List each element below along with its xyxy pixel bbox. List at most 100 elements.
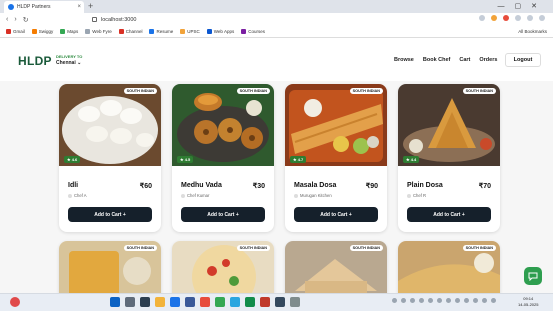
chef-name: Murugan Kitchen [294, 193, 332, 198]
dish-card[interactable]: SOUTH INDIAN [285, 241, 387, 293]
cuisine-badge: SOUTH INDIAN [462, 245, 496, 251]
menu-icon[interactable] [539, 15, 545, 21]
chef-name: Chef Kumar [181, 193, 209, 198]
rating-badge: ★ 4.7 [290, 156, 307, 163]
dish-card[interactable]: SOUTH INDIAN ★ 4.7 Masala Dosa ₹90 Murug… [285, 84, 387, 232]
bookmark-item[interactable]: Resume [149, 29, 173, 34]
dish-card[interactable]: SOUTH INDIAN [172, 241, 274, 293]
delivery-location[interactable]: DELIVERY TO Chennai ⌄ [56, 54, 82, 66]
taskbar-apps [110, 297, 300, 307]
dish-image [172, 84, 274, 166]
extension-icon[interactable] [491, 15, 497, 21]
bookmark-item[interactable]: Courses [241, 29, 265, 34]
reload-icon[interactable]: ↻ [23, 16, 29, 24]
close-tab-icon[interactable]: × [77, 4, 84, 10]
nav-link-browse[interactable]: Browse [394, 57, 414, 63]
new-tab-button[interactable]: + [88, 0, 93, 13]
cuisine-badge: SOUTH INDIAN [123, 88, 157, 94]
site-navbar: HLDP DELIVERY TO Chennai ⌄ Browse Book C… [0, 39, 553, 81]
cuisine-badge: SOUTH INDIAN [236, 245, 270, 251]
bookmark-item[interactable]: Channel [118, 29, 142, 34]
chef-avatar [68, 193, 72, 198]
cuisine-badge: SOUTH INDIAN [349, 88, 383, 94]
task-view-icon[interactable] [140, 297, 150, 307]
extensions-row [479, 15, 545, 21]
bookmark-item[interactable]: Swiggy [31, 29, 53, 34]
page-content: HLDP DELIVERY TO Chennai ⌄ Browse Book C… [0, 39, 553, 293]
nav-link-cart[interactable]: Cart [459, 57, 470, 63]
vscode-icon[interactable] [230, 297, 240, 307]
extension-icon[interactable] [479, 15, 485, 21]
chef-avatar [294, 193, 298, 198]
dish-price: ₹60 [139, 183, 152, 190]
dish-card[interactable]: SOUTH INDIAN [398, 241, 500, 293]
bookmark-item[interactable]: Maps [60, 29, 78, 34]
profile-icon[interactable] [527, 15, 533, 21]
browser-tab-bar: HLDP Partners × + —▢✕ [0, 0, 553, 13]
cuisine-badge: SOUTH INDIAN [236, 88, 270, 94]
cuisine-badge: SOUTH INDIAN [123, 245, 157, 251]
edge-icon[interactable] [170, 297, 180, 307]
chef-name: Chef A [68, 193, 87, 198]
bookmark-item[interactable]: Gmail [6, 29, 25, 34]
site-info-icon[interactable] [92, 17, 97, 22]
chrome-icon[interactable] [215, 297, 225, 307]
app-icon[interactable] [260, 297, 270, 307]
system-tray[interactable] [392, 298, 496, 303]
clock-date: 14-05-2025 [518, 302, 539, 307]
search-icon[interactable] [125, 297, 135, 307]
cuisine-badge: SOUTH INDIAN [462, 88, 496, 94]
forward-icon[interactable]: › [14, 16, 16, 23]
dish-name: Masala Dosa [294, 182, 337, 189]
file-explorer-icon[interactable] [155, 297, 165, 307]
app-icon[interactable] [200, 297, 210, 307]
chef-avatar [181, 193, 185, 198]
window-controls[interactable]: —▢✕ [498, 0, 547, 13]
omnibox[interactable]: localhost:3000 [92, 15, 442, 24]
city-selector[interactable]: Chennai ⌄ [56, 60, 82, 66]
address-bar-row: ‹ › ↻ localhost:3000 [0, 13, 553, 26]
dish-card[interactable]: SOUTH INDIAN ★ 4.6 Idli ₹60 Chef A Add t… [59, 84, 161, 232]
app-icon[interactable] [245, 297, 255, 307]
weather-widget-icon[interactable] [10, 297, 20, 307]
dish-name: Medhu Vada [181, 182, 222, 189]
extension-icon[interactable] [503, 15, 509, 21]
bookmark-item[interactable]: Web Fyre [85, 29, 112, 34]
add-to-cart-button[interactable]: Add to Cart + [181, 207, 265, 222]
site-logo[interactable]: HLDP [18, 54, 52, 68]
start-icon[interactable] [110, 297, 120, 307]
dish-image [285, 84, 387, 166]
extension-icon[interactable] [515, 15, 521, 21]
url-text: localhost:3000 [101, 16, 137, 23]
add-to-cart-button[interactable]: Add to Cart + [407, 207, 491, 222]
app-icon[interactable] [275, 297, 285, 307]
bookmark-item[interactable]: Web Apps [206, 29, 234, 34]
dish-card[interactable]: SOUTH INDIAN ★ 4.4 Plain Dosa ₹70 Chef R… [398, 84, 500, 232]
nav-link-book-chef[interactable]: Book Chef [423, 57, 451, 63]
dish-name: Plain Dosa [407, 182, 443, 189]
chef-avatar [407, 193, 411, 198]
nav-links: Browse Book Chef Cart Orders [394, 57, 497, 63]
bookmarks-bar: Gmail Swiggy Maps Web Fyre Channel Resum… [0, 26, 553, 38]
dish-price: ₹90 [365, 183, 378, 190]
chat-button[interactable] [524, 267, 542, 285]
taskbar-clock[interactable]: 09:14 14-05-2025 [518, 296, 538, 308]
app-icon[interactable] [185, 297, 195, 307]
bookmark-item[interactable]: UPSC [180, 29, 200, 34]
app-icon[interactable] [290, 297, 300, 307]
nav-link-orders[interactable]: Orders [479, 57, 497, 63]
dish-card[interactable]: SOUTH INDIAN [59, 241, 161, 293]
all-bookmarks-link[interactable]: All Bookmarks [518, 29, 547, 34]
browser-tab[interactable]: HLDP Partners × [4, 1, 84, 13]
rating-badge: ★ 4.5 [177, 156, 194, 163]
chat-icon [528, 272, 538, 281]
dish-image [398, 84, 500, 166]
cuisine-badge: SOUTH INDIAN [349, 245, 383, 251]
back-icon[interactable]: ‹ [6, 16, 8, 23]
add-to-cart-button[interactable]: Add to Cart + [68, 207, 152, 222]
add-to-cart-button[interactable]: Add to Cart + [294, 207, 378, 222]
dish-price: ₹30 [252, 183, 265, 190]
rating-badge: ★ 4.4 [403, 156, 420, 163]
logout-button[interactable]: Logout [505, 53, 541, 67]
dish-card[interactable]: SOUTH INDIAN ★ 4.5 Medhu Vada ₹30 Chef K… [172, 84, 274, 232]
